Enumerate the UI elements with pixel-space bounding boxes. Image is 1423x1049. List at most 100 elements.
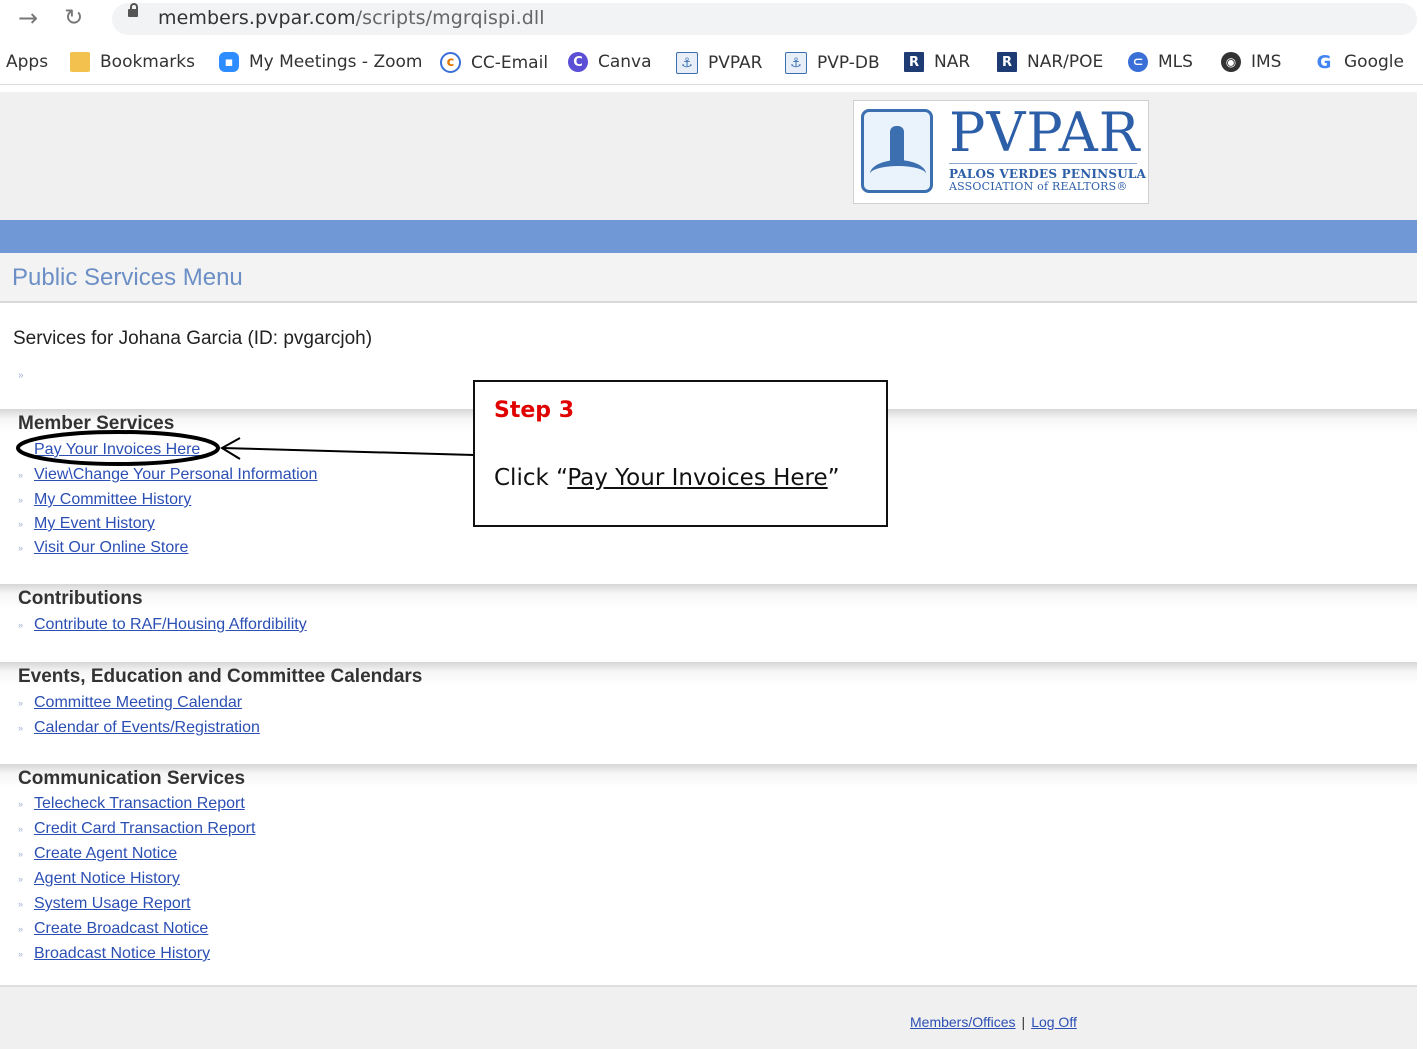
list-item: » Pay Your Invoices Here [18, 441, 200, 459]
bookmark-label: CC-Email [471, 52, 549, 73]
bullet-icon: » [18, 924, 24, 934]
callout-instruction: Click “Pay Your Invoices Here” [494, 465, 840, 491]
bookmark-google[interactable]: G Google [1314, 52, 1404, 73]
narpoe-icon: R [997, 52, 1017, 72]
list-item: » Credit Card Transaction Report [18, 820, 255, 838]
event-history-link[interactable]: My Event History [34, 515, 155, 533]
personal-info-link[interactable]: View\Change Your Personal Information [34, 466, 317, 484]
bookmark-nar-poe[interactable]: R NAR/POE [997, 52, 1103, 72]
members-offices-link[interactable]: Members/Offices [910, 1014, 1016, 1030]
logo-line2: ASSOCIATION of REALTORS® [949, 180, 1128, 193]
contribute-raf-link[interactable]: Contribute to RAF/Housing Affordibility [34, 616, 307, 634]
bullet-icon: » [18, 445, 24, 455]
zoom-icon: ▪ [219, 52, 239, 72]
bookmark-mls[interactable]: ⊂ MLS [1128, 52, 1193, 72]
system-usage-report-link[interactable]: System Usage Report [34, 895, 191, 913]
bullet-icon: » [18, 723, 24, 733]
pvpar-logo[interactable]: PVPAR PALOS VERDES PENINSULA ASSOCIATION… [853, 100, 1149, 204]
section-title-communication: Communication Services [18, 768, 246, 789]
broadcast-notice-history-link[interactable]: Broadcast Notice History [34, 945, 210, 963]
section-title-contributions: Contributions [18, 588, 143, 609]
mls-icon: ⊂ [1128, 52, 1148, 72]
bullet-icon: » [18, 519, 24, 529]
accent-bar [0, 220, 1417, 253]
bookmark-label: Google [1344, 52, 1404, 72]
footer-links: Members/Offices | Log Off [910, 1014, 1077, 1030]
footer-separator: | [1021, 1014, 1026, 1030]
lighthouse-icon [861, 109, 933, 193]
folder-icon [70, 52, 90, 72]
bookmark-zoom[interactable]: ▪ My Meetings - Zoom [219, 52, 422, 72]
lock-icon[interactable] [128, 3, 138, 17]
list-item: » Committee Meeting Calendar [18, 694, 242, 712]
logo-wordmark: PVPAR [949, 101, 1141, 164]
nar-icon: R [904, 52, 924, 72]
bookmark-pvpar[interactable]: ⚓ PVPAR [676, 52, 763, 74]
pvpdb-icon: ⚓ [785, 52, 807, 74]
logo-line1: PALOS VERDES PENINSULA [949, 167, 1147, 181]
credit-card-report-link[interactable]: Credit Card Transaction Report [34, 820, 255, 838]
bookmark-apps[interactable]: Apps [6, 52, 48, 72]
url-text[interactable]: members.pvpar.com/scripts/mgrqispi.dll [158, 7, 545, 29]
bullet-icon: » [18, 949, 24, 959]
bookmark-label: IMS [1251, 52, 1282, 72]
bookmark-label: Bookmarks [100, 52, 195, 72]
bookmark-label: PVPAR [708, 53, 763, 73]
telecheck-report-link[interactable]: Telecheck Transaction Report [34, 795, 245, 813]
create-broadcast-notice-link[interactable]: Create Broadcast Notice [34, 920, 208, 938]
bookmark-folder[interactable]: Bookmarks [70, 52, 195, 72]
log-off-link[interactable]: Log Off [1031, 1014, 1077, 1030]
bullet-icon: » [18, 370, 24, 381]
online-store-link[interactable]: Visit Our Online Store [34, 539, 188, 557]
forward-arrow-icon[interactable]: → [18, 6, 38, 30]
pointer-arrowhead-icon [220, 437, 241, 460]
list-item: » Create Agent Notice [18, 845, 177, 863]
google-icon: G [1314, 52, 1334, 73]
bookmark-label: NAR [934, 52, 971, 72]
bullet-icon: » [18, 620, 24, 630]
list-item: » Broadcast Notice History [18, 945, 210, 963]
bookmark-label: Apps [6, 52, 49, 72]
bullet-icon: » [18, 470, 24, 480]
list-item: » Agent Notice History [18, 870, 180, 888]
reload-icon[interactable]: ↻ [64, 6, 83, 30]
agent-notice-history-link[interactable]: Agent Notice History [34, 870, 180, 888]
list-item: » Create Broadcast Notice [18, 920, 208, 938]
pvpar-icon: ⚓ [676, 52, 698, 74]
section-title-events: Events, Education and Committee Calendar… [18, 666, 423, 687]
globe-icon: ◉ [1221, 52, 1241, 72]
section-band [0, 584, 1417, 608]
bullet-icon: » [18, 849, 24, 859]
bullet-icon: » [18, 543, 24, 553]
bookmark-label: NAR/POE [1027, 52, 1104, 72]
list-item: » Contribute to RAF/Housing Affordibility [18, 616, 307, 634]
committee-calendar-link[interactable]: Committee Meeting Calendar [34, 694, 242, 712]
bookmark-canva[interactable]: C Canva [568, 52, 652, 72]
bookmark-nar[interactable]: R NAR [904, 52, 970, 72]
section-title-member-services: Member Services [18, 413, 175, 434]
bookmark-cc-email[interactable]: c CC-Email [440, 52, 548, 73]
bullet-icon: » [18, 899, 24, 909]
cc-email-icon: c [440, 52, 461, 73]
list-item: » My Committee History [18, 491, 191, 509]
events-registration-link[interactable]: Calendar of Events/Registration [34, 719, 260, 737]
bookmark-pvp-db[interactable]: ⚓ PVP-DB [785, 52, 880, 74]
list-item: » My Event History [18, 515, 155, 533]
callout-title: Step 3 [494, 398, 574, 423]
services-for-label: Services for Johana Garcia (ID: pvgarcjo… [13, 328, 373, 349]
bookmark-label: PVP-DB [817, 53, 880, 73]
footer [0, 985, 1417, 1049]
create-agent-notice-link[interactable]: Create Agent Notice [34, 845, 177, 863]
bullet-icon: » [18, 799, 24, 809]
bookmark-label: My Meetings - Zoom [249, 52, 423, 72]
page-header [0, 92, 1417, 220]
step-callout: Step 3 Click “Pay Your Invoices Here” [473, 380, 888, 527]
pay-invoices-link[interactable]: Pay Your Invoices Here [34, 441, 200, 459]
bullet-icon: » [18, 824, 24, 834]
canva-icon: C [568, 52, 588, 72]
committee-history-link[interactable]: My Committee History [34, 491, 191, 509]
bookmark-ims[interactable]: ◉ IMS [1221, 52, 1281, 72]
list-item: » View\Change Your Personal Information [18, 466, 317, 484]
page-title: Public Services Menu [12, 264, 243, 291]
bullet-icon: » [18, 874, 24, 884]
